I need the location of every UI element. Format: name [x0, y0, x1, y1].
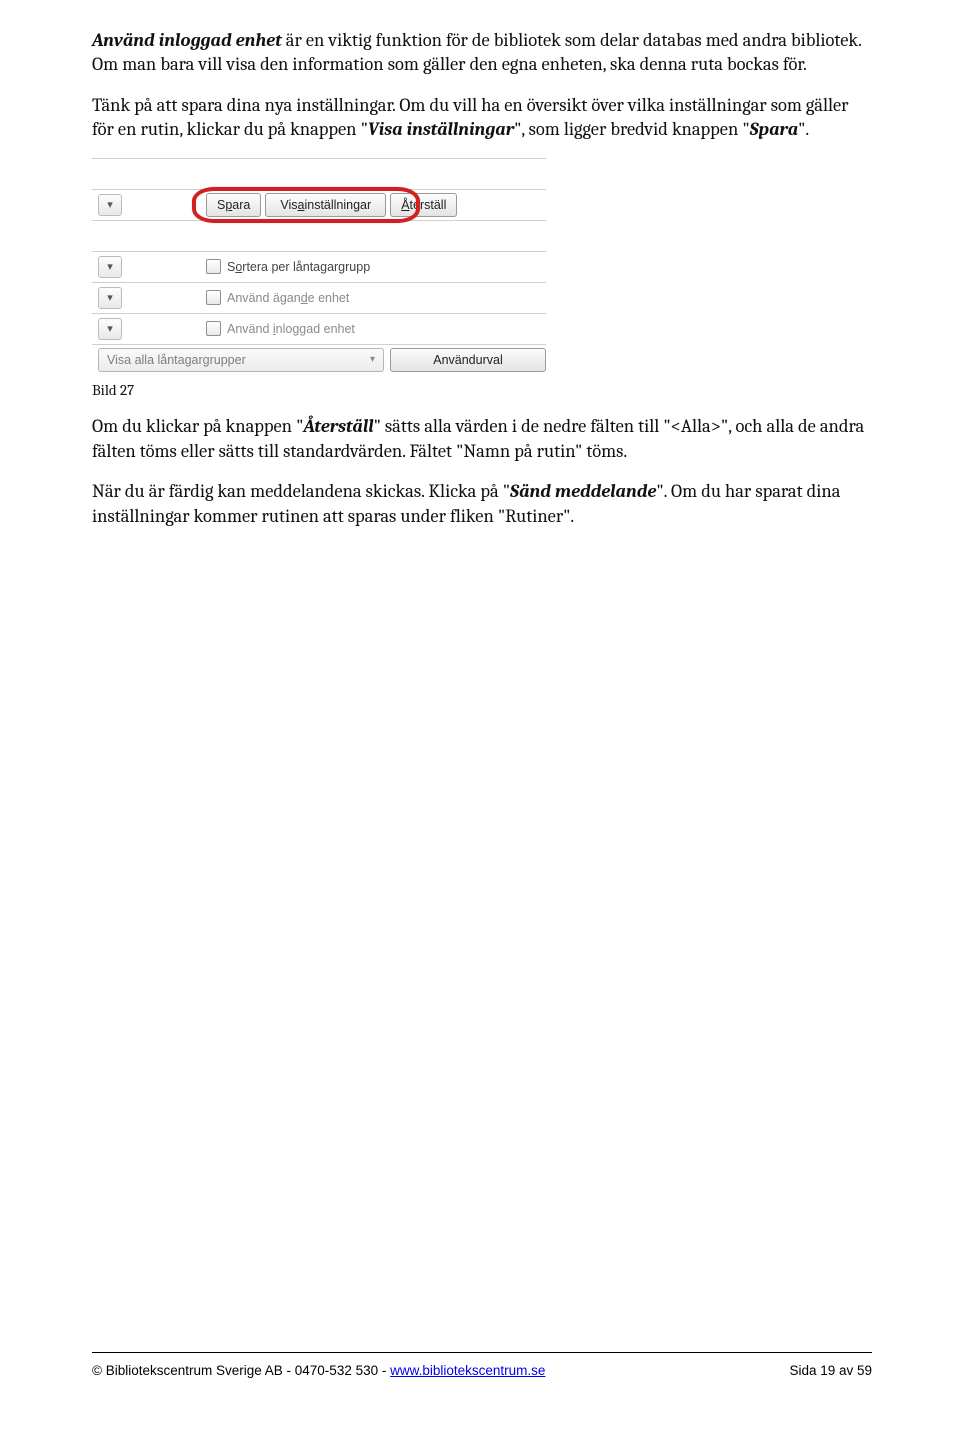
checkbox-agande-enhet[interactable] — [206, 290, 221, 305]
expander-icon[interactable]: ▾ — [98, 318, 122, 340]
shot-row-blank-1 — [92, 158, 546, 189]
term-anvand-inloggad-enhet: Använd inloggad enhet — [92, 29, 282, 51]
shot-row-agande: ▾ Använd ägande enhet — [92, 282, 546, 313]
spara-ul: p — [225, 198, 232, 212]
visa-ul: a — [298, 198, 305, 212]
spara-button[interactable]: Spara — [206, 193, 261, 217]
checkbox-agande-enhet-label: Använd ägande enhet — [227, 291, 349, 305]
visa-pre: Vis — [280, 198, 297, 212]
shot-row-inloggad: ▾ Använd inloggad enhet — [92, 313, 546, 344]
shot-row-blank-2 — [92, 220, 546, 251]
checkbox-sortera[interactable] — [206, 259, 221, 274]
term-spara: Spara — [750, 118, 799, 140]
spara-pre: S — [217, 198, 225, 212]
footer-page-number: Sida 19 av 59 — [789, 1363, 872, 1378]
paragraph-4: När du är färdig kan meddelandena skicka… — [92, 479, 872, 528]
footer-left: © Bibliotekscentrum Sverige AB - 0470-53… — [92, 1363, 545, 1378]
footer-link[interactable]: www.bibliotekscentrum.se — [390, 1363, 545, 1378]
checkbox-inloggad-enhet[interactable] — [206, 321, 221, 336]
lantagargrupper-select[interactable]: Visa alla låntagargrupper ▾ — [98, 348, 384, 372]
anvand-urval-button[interactable]: Använd urval — [390, 348, 546, 372]
term-aterstall: Återställ — [303, 415, 373, 437]
checkbox-inloggad-enhet-label: Använd inloggad enhet — [227, 322, 355, 336]
footer-copyright: © Bibliotekscentrum Sverige AB - 0470-53… — [92, 1363, 390, 1378]
term-sand-meddelande: Sänd meddelande — [510, 480, 656, 502]
aterstall-post: terställ — [410, 198, 447, 212]
aterstall-ul: Å — [401, 198, 409, 212]
paragraph-2b: ", som ligger bredvid knappen " — [514, 118, 750, 140]
visa-post: inställningar — [304, 198, 371, 212]
paragraph-2c: ". — [798, 118, 809, 140]
paragraph-1: Använd inloggad enhet är en viktig funkt… — [92, 28, 872, 77]
page-footer: © Bibliotekscentrum Sverige AB - 0470-53… — [92, 1352, 872, 1378]
expander-icon[interactable]: ▾ — [98, 287, 122, 309]
expander-icon[interactable]: ▾ — [98, 194, 122, 216]
chevron-down-icon: ▾ — [370, 354, 375, 365]
checkbox-sortera-label: Sortera per låntagargrupp — [227, 260, 370, 274]
lantagargrupper-select-label: Visa alla låntagargrupper — [107, 353, 246, 367]
shot-row-sortera: ▾ Sortera per låntagargrupp — [92, 251, 546, 282]
visa-installningar-button[interactable]: Visa inställningar — [265, 193, 386, 217]
paragraph-3a: Om du klickar på knappen " — [92, 415, 303, 437]
image-caption: Bild 27 — [92, 381, 872, 401]
paragraph-4a: När du är färdig kan meddelandena skicka… — [92, 480, 510, 502]
paragraph-3: Om du klickar på knappen "Återställ" sät… — [92, 414, 872, 463]
embedded-screenshot: ▾ Spara Visa inställningar Återställ ▾ S… — [92, 158, 546, 375]
shot-row-bottom: Visa alla låntagargrupper ▾ Använd urval — [92, 344, 546, 375]
aterstall-button[interactable]: Återställ — [390, 193, 457, 217]
spara-post: ara — [232, 198, 250, 212]
paragraph-2: Tänk på att spara dina nya inställningar… — [92, 93, 872, 142]
shot-row-buttons: ▾ Spara Visa inställningar Återställ — [92, 189, 546, 220]
term-visa-installningar: Visa inställningar — [368, 118, 514, 140]
expander-icon[interactable]: ▾ — [98, 256, 122, 278]
